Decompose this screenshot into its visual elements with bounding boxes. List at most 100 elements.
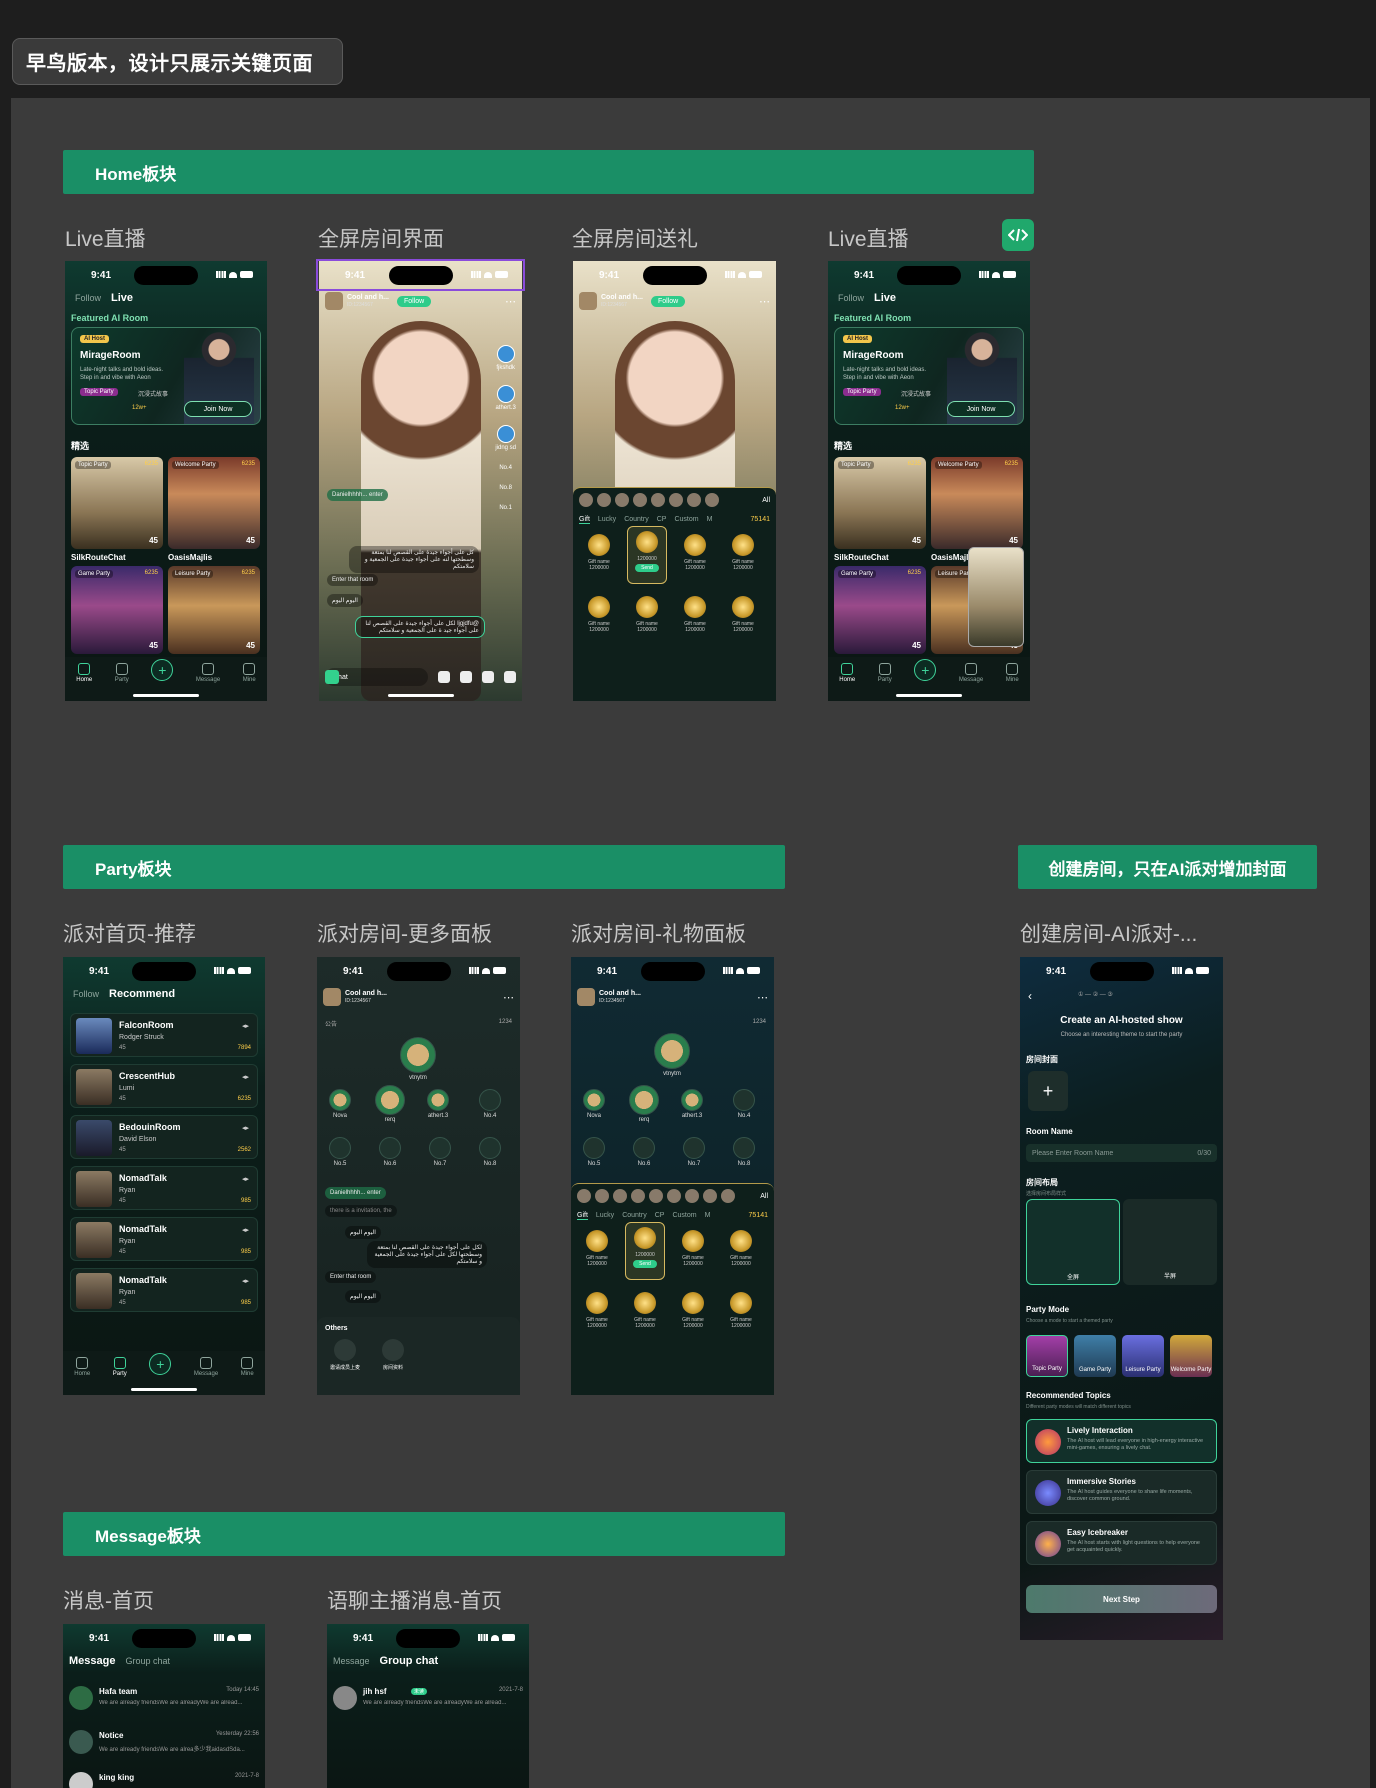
tab-party[interactable]: Party xyxy=(115,663,129,683)
seat-avatar[interactable] xyxy=(496,385,515,403)
gift-item[interactable]: Gift name 1200000 xyxy=(675,530,715,580)
tab-group-chat[interactable]: Group chat xyxy=(380,1655,439,1667)
room-card[interactable]: Topic Party 6235 45 xyxy=(71,457,163,549)
gift-item[interactable]: Gift name 1200000 xyxy=(577,1288,617,1338)
tab-more[interactable]: M xyxy=(705,1212,711,1220)
join-now-button[interactable]: Join Now xyxy=(947,401,1015,417)
featured-room-card[interactable]: AI Host MirageRoom Late-night talks and … xyxy=(71,327,261,425)
tab-cp[interactable]: CP xyxy=(655,1212,665,1220)
chat-input[interactable]: Chat xyxy=(325,668,428,686)
tab-message[interactable]: Message xyxy=(194,1357,218,1377)
tab-follow[interactable]: Follow xyxy=(75,293,101,303)
tab-message[interactable]: Message xyxy=(196,663,220,683)
all-button[interactable]: All xyxy=(762,497,770,504)
gift-item[interactable]: Gift name 1200000 xyxy=(723,530,763,580)
tab-gift[interactable]: Gift xyxy=(577,1212,588,1220)
tab-custom[interactable]: Custom xyxy=(672,1212,696,1220)
back-icon[interactable]: ‹ xyxy=(1028,989,1032,1003)
seat[interactable]: Nova xyxy=(329,1089,351,1119)
host-seat[interactable]: vtnytm xyxy=(400,1037,436,1081)
layout-halfscreen[interactable]: 半屏 xyxy=(1123,1199,1217,1285)
seat[interactable]: No.6 xyxy=(379,1137,401,1167)
emoji-icon[interactable] xyxy=(438,671,450,683)
seat[interactable]: No.7 xyxy=(429,1137,451,1167)
add-cover-button[interactable]: + xyxy=(1028,1071,1068,1111)
code-icon[interactable] xyxy=(1002,219,1034,251)
tab-home[interactable]: Home xyxy=(74,1357,90,1377)
tab-home[interactable]: Home xyxy=(839,663,855,683)
gift-icon[interactable] xyxy=(325,670,339,684)
gift-item[interactable]: Gift name 1200000 xyxy=(721,1226,761,1276)
all-button[interactable]: All xyxy=(760,1193,768,1200)
join-now-button[interactable]: Join Now xyxy=(184,401,252,417)
send-button[interactable]: Send xyxy=(635,564,659,572)
message-row[interactable]: jih hsf 未读 2021-7-8 We are already friendsW… xyxy=(333,1684,523,1714)
gift-item[interactable]: Gift name 1200000 xyxy=(675,592,715,642)
seat[interactable]: rerq xyxy=(375,1085,405,1123)
party-row[interactable]: NomadTalk Ryan 45 985 ◂▸ xyxy=(70,1268,258,1312)
party-row[interactable]: CrescentHub Lumi 45 6235 ◂▸ xyxy=(70,1064,258,1108)
tab-more[interactable]: M xyxy=(707,516,713,524)
room-name-input[interactable]: Please Enter Room Name 0/30 xyxy=(1026,1144,1217,1162)
party-row[interactable]: NomadTalk Ryan 45 985 ◂▸ xyxy=(70,1217,258,1261)
more-icon[interactable]: ⋯ xyxy=(503,991,514,1004)
seat-avatar[interactable] xyxy=(496,345,515,363)
tab-cp[interactable]: CP xyxy=(657,516,667,524)
seat-avatar[interactable] xyxy=(496,425,515,443)
gift-item[interactable]: Gift name 1200000 xyxy=(627,592,667,642)
tab-country[interactable]: Country xyxy=(624,516,649,524)
seat[interactable]: Nova xyxy=(583,1089,605,1119)
tab-mine[interactable]: Mine xyxy=(1006,663,1019,683)
tab-recommend[interactable]: Recommend xyxy=(109,988,175,1000)
follow-button[interactable]: Follow xyxy=(397,295,432,307)
seat[interactable]: No.8 xyxy=(479,1137,501,1167)
seat[interactable]: No.7 xyxy=(683,1137,705,1167)
tab-mine[interactable]: Mine xyxy=(243,663,256,683)
gift-item[interactable]: Gift name 1200000 xyxy=(577,1226,617,1276)
room-avatar[interactable] xyxy=(323,988,341,1006)
tab-mine[interactable]: Mine xyxy=(241,1357,254,1377)
tab-lucky[interactable]: Lucky xyxy=(596,1212,614,1220)
topic-item[interactable]: Immersive Stories The AI host guides ever… xyxy=(1026,1470,1217,1514)
tab-gift[interactable]: Gift xyxy=(579,516,590,524)
seat[interactable]: rerq xyxy=(629,1085,659,1123)
seat[interactable]: athert.3 xyxy=(427,1089,449,1119)
room-card[interactable]: Welcome Party 6235 45 xyxy=(931,457,1023,549)
party-row[interactable]: NomadTalk Ryan 45 985 ◂▸ xyxy=(70,1166,258,1210)
topic-item[interactable]: Lively Interaction The AI host will lead … xyxy=(1026,1419,1217,1463)
seat[interactable]: athert.3 xyxy=(681,1089,703,1119)
coin-balance[interactable]: 75141 xyxy=(749,1212,768,1220)
notice-tag[interactable]: 公告 xyxy=(325,1019,337,1028)
tab-live[interactable]: Live xyxy=(111,292,133,304)
tab-live[interactable]: Live xyxy=(874,292,896,304)
more-icon[interactable]: ⋯ xyxy=(505,295,516,308)
mode-leisure[interactable]: Leisure Party xyxy=(1122,1335,1164,1377)
party-row[interactable]: BedouinRoom David Elson 45 2562 ◂▸ xyxy=(70,1115,258,1159)
seat[interactable]: No.8 xyxy=(733,1137,755,1167)
tab-custom[interactable]: Custom xyxy=(674,516,698,524)
room-info-option[interactable]: 房间资料 xyxy=(373,1339,413,1371)
more-icon[interactable]: ⋯ xyxy=(759,295,770,308)
grid-icon[interactable] xyxy=(460,671,472,683)
mode-game[interactable]: Game Party xyxy=(1074,1335,1116,1377)
room-card[interactable]: Leisure Party 6235 45 xyxy=(168,566,260,654)
gift-item-selected[interactable]: 1200000 Send xyxy=(625,1222,665,1280)
tab-country[interactable]: Country xyxy=(622,1212,647,1220)
gift-item[interactable]: Gift name 1200000 xyxy=(673,1226,713,1276)
mode-welcome[interactable]: Welcome Party xyxy=(1170,1335,1212,1377)
floating-window[interactable] xyxy=(968,547,1024,647)
mode-topic[interactable]: Topic Party xyxy=(1026,1335,1068,1377)
create-button[interactable]: + xyxy=(149,1353,172,1375)
next-step-button[interactable]: Next Step xyxy=(1026,1585,1217,1613)
speaker-icon[interactable] xyxy=(504,671,516,683)
gift-item[interactable]: Gift name 1200000 xyxy=(673,1288,713,1338)
tab-follow[interactable]: Follow xyxy=(73,989,99,999)
seat[interactable]: No.4 xyxy=(479,1089,501,1119)
gift-item[interactable]: Gift name 1200000 xyxy=(625,1288,665,1338)
tab-follow[interactable]: Follow xyxy=(838,293,864,303)
seat[interactable]: No.5 xyxy=(583,1137,605,1167)
room-avatar[interactable] xyxy=(579,292,597,310)
create-button[interactable]: + xyxy=(151,659,174,681)
room-avatar[interactable] xyxy=(325,292,343,310)
seat[interactable]: No.5 xyxy=(329,1137,351,1167)
